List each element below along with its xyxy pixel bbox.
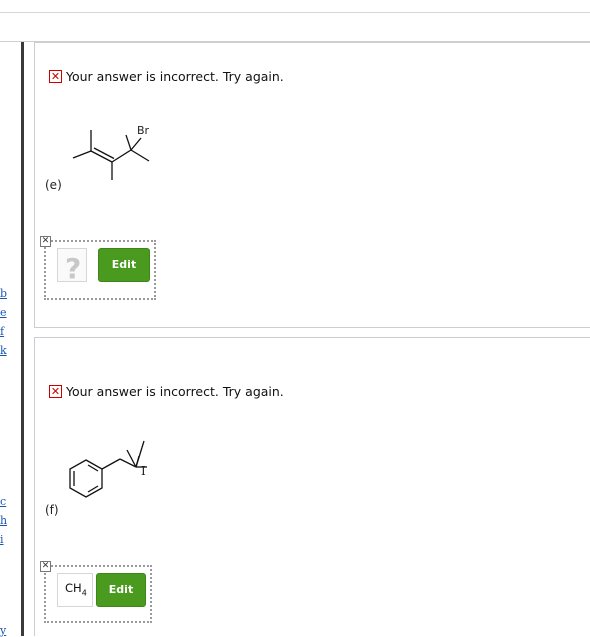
question-label-e: (e) — [45, 178, 62, 192]
answer-box-f: ✕ CH4 Edit — [40, 561, 152, 623]
margin-link[interactable]: b — [0, 287, 7, 300]
question-label-f: (f) — [45, 503, 59, 517]
formula-subscript: 4 — [81, 588, 87, 598]
margin-link[interactable]: i — [0, 533, 4, 546]
close-icon[interactable]: ✕ — [40, 236, 51, 247]
close-icon[interactable]: ✕ — [40, 561, 51, 572]
rail-gap — [24, 42, 34, 636]
left-margin: b e f k c h i y — [0, 42, 22, 637]
margin-link[interactable]: e — [0, 306, 7, 319]
margin-link[interactable]: c — [0, 495, 6, 508]
edit-button[interactable]: Edit — [96, 573, 146, 607]
feedback-text: Your answer is incorrect. Try again. — [66, 69, 284, 84]
incorrect-x-icon: ✕ — [49, 70, 62, 83]
incorrect-x-icon: ✕ — [49, 385, 62, 398]
margin-link[interactable]: y — [0, 624, 6, 637]
edit-button[interactable]: Edit — [98, 248, 150, 282]
formula-base: CH — [65, 581, 82, 595]
feedback-message: ✕ Your answer is incorrect. Try again. — [49, 69, 284, 84]
answer-box-e: ✕ ? Edit — [40, 236, 156, 300]
clipped-heading-text: · · · · · — [120, 0, 166, 7]
question-mark-icon: ? — [65, 252, 82, 285]
answer-formula: CH4 — [65, 581, 87, 597]
question-panel-e: ✕ Your answer is incorrect. Try again. B… — [34, 42, 590, 328]
feedback-message: ✕ Your answer is incorrect. Try again. — [49, 384, 284, 399]
question-panel-f: ✕ Your answer is incorrect. Try again. I… — [34, 337, 590, 636]
top-strip: · · · · · — [0, 0, 590, 13]
atom-label-br: Br — [137, 124, 150, 137]
feedback-text: Your answer is incorrect. Try again. — [66, 384, 284, 399]
margin-link[interactable]: k — [0, 344, 7, 357]
atom-label-i: I — [141, 464, 146, 478]
margin-link[interactable]: f — [0, 325, 4, 338]
molecule-structure-e — [72, 130, 150, 180]
margin-link[interactable]: h — [0, 514, 7, 527]
answer-slot-filled[interactable]: CH4 — [57, 573, 93, 607]
answer-slot-empty[interactable]: ? — [57, 248, 87, 285]
molecule-structure-f — [69, 440, 147, 498]
